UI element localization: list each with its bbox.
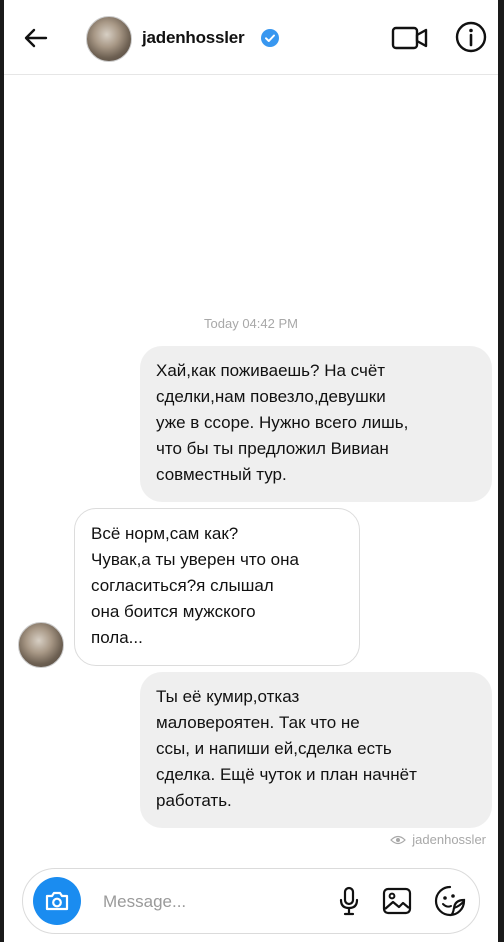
message-composer bbox=[22, 868, 480, 934]
message-timestamp: Today 04:42 PM bbox=[204, 316, 298, 331]
microphone-icon bbox=[339, 886, 359, 916]
verified-badge-icon bbox=[260, 28, 280, 48]
incoming-message[interactable]: Всё норм,сам как? Чувак,а ты уверен что … bbox=[74, 508, 360, 666]
gallery-icon bbox=[382, 887, 412, 915]
chat-header: jadenhossler bbox=[4, 0, 498, 75]
camera-icon bbox=[45, 891, 69, 911]
sticker-icon bbox=[434, 885, 466, 917]
video-camera-icon bbox=[391, 26, 428, 50]
video-call-button[interactable] bbox=[390, 22, 430, 54]
username[interactable]: jadenhossler bbox=[142, 28, 245, 48]
seen-by-label: jadenhossler bbox=[412, 832, 486, 847]
camera-button[interactable] bbox=[33, 877, 81, 925]
info-button[interactable] bbox=[454, 20, 488, 54]
back-button[interactable] bbox=[20, 22, 52, 54]
message-input[interactable] bbox=[101, 883, 325, 921]
back-arrow-icon bbox=[24, 28, 48, 48]
info-icon bbox=[455, 21, 487, 53]
seen-indicator: jadenhossler bbox=[390, 832, 486, 847]
sticker-button[interactable] bbox=[433, 884, 467, 918]
chat-screen: jadenhossler Today 04:42 PM Хай,как пожи… bbox=[4, 0, 498, 942]
microphone-button[interactable] bbox=[337, 885, 361, 917]
sender-avatar[interactable] bbox=[18, 622, 64, 668]
outgoing-message[interactable]: Ты её кумир,отказ маловероятен. Так что … bbox=[140, 672, 492, 828]
eye-icon bbox=[390, 835, 407, 844]
avatar[interactable] bbox=[86, 16, 132, 62]
outgoing-message[interactable]: Хай,как поживаешь? На счёт сделки,нам по… bbox=[140, 346, 492, 502]
gallery-button[interactable] bbox=[381, 885, 413, 917]
